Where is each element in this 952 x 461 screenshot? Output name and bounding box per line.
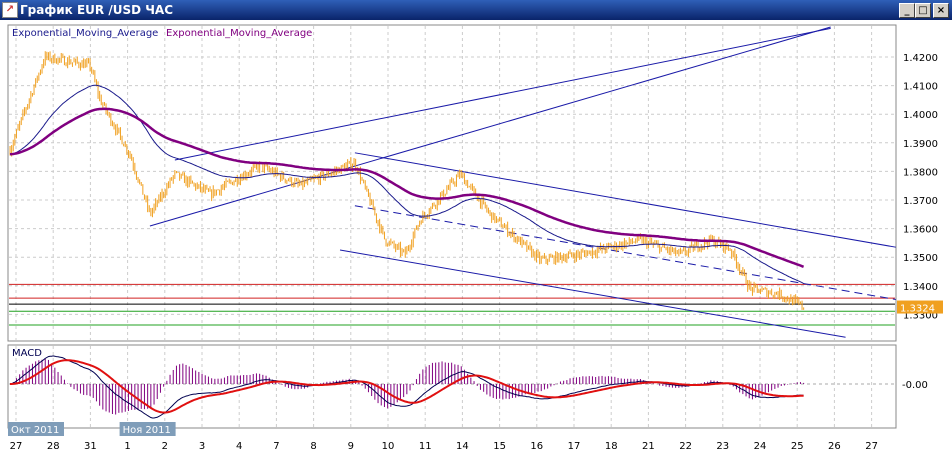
x-tick-label: 15 <box>493 441 506 452</box>
y-tick-label: 1.3400 <box>903 282 938 293</box>
x-tick-label: 8 <box>310 441 316 452</box>
window-title: График EUR /USD ЧАС <box>20 3 174 17</box>
chart-window: ↗ График EUR /USD ЧАС _ □ × 27 28 31 1 2 3 4 7 8… <box>0 0 952 461</box>
x-tick-label: 14 <box>456 441 469 452</box>
y-tick-label: 1.4000 <box>903 110 938 121</box>
close-button[interactable]: × <box>933 3 949 18</box>
x-tick-label: 17 <box>568 441 581 452</box>
y-tick-label: 1.4100 <box>903 82 938 93</box>
legend-ema-1: Exponential_Moving_Average <box>12 28 158 39</box>
last-price-label: 1.3324 <box>900 304 935 315</box>
x-tick-label: 23 <box>716 441 729 452</box>
x-tick-label: 27 <box>10 441 23 452</box>
y-tick-label: 1.3800 <box>903 167 938 178</box>
x-tick-label: 1 <box>124 441 130 452</box>
x-tick-label: 21 <box>642 441 655 452</box>
x-tick-label: 3 <box>199 441 205 452</box>
x-tick-label: 18 <box>605 441 618 452</box>
x-tick-label: 31 <box>84 441 97 452</box>
x-tick-label: 28 <box>47 441 60 452</box>
legend-ema-2: Exponential_Moving_Average <box>166 28 312 39</box>
minimize-button[interactable]: _ <box>899 3 915 18</box>
y-tick-label: 1.3700 <box>903 196 938 207</box>
x-tick-label: 7 <box>273 441 279 452</box>
chart-icon: ↗ <box>2 2 18 18</box>
title-bar: ↗ График EUR /USD ЧАС _ □ × <box>0 0 952 20</box>
x-tick-label: 26 <box>828 441 841 452</box>
x-tick-label: 24 <box>754 441 767 452</box>
y-tick-label: 1.3600 <box>903 225 938 236</box>
y-tick-label: 1.3900 <box>903 139 938 150</box>
macd-zero-label: -0.00 <box>902 380 928 391</box>
x-tick-label: 27 <box>865 441 878 452</box>
x-tick-label: 2 <box>162 441 168 452</box>
chart-canvas[interactable]: 27 28 31 1 2 3 4 7 8 9 10 11 14 15 16 17 18 21 22 23 24 25 26 2… <box>0 20 952 461</box>
x-tick-label: 25 <box>791 441 804 452</box>
x-tick-label: 10 <box>382 441 395 452</box>
y-tick-label: 1.3500 <box>903 253 938 264</box>
x-tick-label: 11 <box>419 441 432 452</box>
maximize-button[interactable]: □ <box>915 3 931 18</box>
x-tick-label: 16 <box>530 441 543 452</box>
macd-label: MACD <box>12 348 42 359</box>
month-label: Ноя 2011 <box>123 425 171 436</box>
x-tick-label: 4 <box>236 441 242 452</box>
x-tick-label: 22 <box>679 441 692 452</box>
y-tick-label: 1.4200 <box>903 53 938 64</box>
month-label: Окт 2011 <box>11 425 59 436</box>
x-tick-label: 9 <box>348 441 354 452</box>
